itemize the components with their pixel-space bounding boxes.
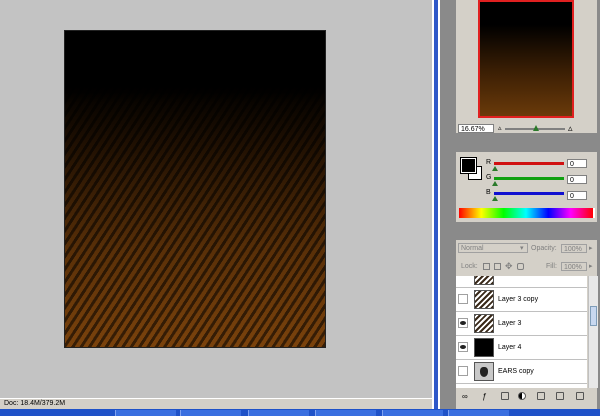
visibility-toggle[interactable] <box>458 342 468 352</box>
lock-image-icon[interactable] <box>494 263 501 270</box>
blue-value-input[interactable]: 0 <box>567 191 587 200</box>
link-layers-icon[interactable]: ∞ <box>462 392 470 401</box>
zoom-input[interactable]: 16.67% <box>458 124 494 133</box>
layer-mask-icon[interactable] <box>501 392 509 400</box>
fill-chevron-icon[interactable]: ▸ <box>589 262 593 270</box>
layer-thumbnail <box>474 338 494 357</box>
spectrum-white[interactable] <box>593 208 595 218</box>
green-value-input[interactable]: 0 <box>567 175 587 184</box>
layer-style-icon[interactable]: ƒ <box>482 392 490 401</box>
adjustment-layer-icon[interactable] <box>518 392 526 400</box>
scrollbar-thumb[interactable] <box>590 306 597 326</box>
blue-slider[interactable] <box>494 192 564 195</box>
layer-thumbnail <box>474 276 494 285</box>
red-slider-knob[interactable] <box>492 166 498 171</box>
opacity-label: Opacity: <box>531 245 557 252</box>
taskbar-button[interactable] <box>115 410 176 416</box>
opacity-input[interactable]: 100% <box>561 244 587 253</box>
red-value-input[interactable]: 0 <box>567 159 587 168</box>
color-spectrum-bar[interactable] <box>459 208 593 218</box>
layer-row[interactable]: EARS copy <box>456 360 587 384</box>
channel-label-g: G <box>486 174 492 181</box>
taskbar-button[interactable] <box>448 410 509 416</box>
lock-transparent-icon[interactable] <box>483 263 490 270</box>
zoom-slider-knob[interactable] <box>533 125 539 131</box>
new-group-icon[interactable] <box>537 392 545 400</box>
layer-row[interactable]: Layer 4 <box>456 336 587 360</box>
layer-thumbnail <box>474 290 494 309</box>
lock-label: Lock: <box>461 263 478 270</box>
eye-icon <box>460 321 466 325</box>
lock-all-icon[interactable] <box>517 263 524 270</box>
channel-label-r: R <box>486 159 492 166</box>
zoom-out-icon[interactable]: ▵ <box>498 124 502 132</box>
layer-thumbnail <box>474 362 494 381</box>
layer-name: EARS copy <box>498 368 534 375</box>
taskbar-button[interactable] <box>315 410 376 416</box>
foreground-color-swatch[interactable] <box>460 157 477 174</box>
layers-scrollbar[interactable] <box>588 276 598 388</box>
taskbar-button[interactable] <box>180 410 241 416</box>
green-slider-knob[interactable] <box>492 181 498 186</box>
new-layer-icon[interactable] <box>556 392 564 400</box>
document-canvas[interactable] <box>64 30 326 348</box>
channel-label-b: B <box>486 189 491 196</box>
fill-input[interactable]: 100% <box>561 262 587 271</box>
visibility-toggle[interactable] <box>458 294 468 304</box>
visibility-toggle[interactable] <box>458 366 468 376</box>
visibility-toggle[interactable] <box>458 318 468 328</box>
taskbar-button[interactable] <box>248 410 309 416</box>
doc-info-text: Doc: 18.4M/379.2M <box>4 400 66 407</box>
navigator-thumbnail[interactable] <box>478 0 574 118</box>
layers-list: Layer 3 copy Layer 3 Layer 4 EARS copy <box>456 276 587 388</box>
layer-name: Layer 3 <box>498 320 522 327</box>
layer-thumbnail <box>474 314 494 333</box>
window-divider <box>432 0 440 409</box>
blend-mode-select[interactable]: Normal <box>458 243 528 253</box>
layer-row[interactable]: Layer 3 <box>456 312 587 336</box>
trash-icon[interactable] <box>576 392 584 400</box>
blend-mode-chevron-icon[interactable]: ▾ <box>520 244 524 252</box>
lock-position-icon[interactable]: ✥ <box>505 261 513 272</box>
blue-slider-knob[interactable] <box>492 196 498 201</box>
fill-label: Fill: <box>546 263 557 270</box>
layer-name: Layer 4 <box>498 344 522 351</box>
zoom-in-icon[interactable]: ▵ <box>568 123 573 134</box>
taskbar-button[interactable] <box>382 410 443 416</box>
opacity-chevron-icon[interactable]: ▸ <box>589 244 593 252</box>
red-slider[interactable] <box>494 162 564 165</box>
layer-name: Layer 3 copy <box>498 296 539 303</box>
green-slider[interactable] <box>494 177 564 180</box>
layer-row[interactable]: Layer 3 copy <box>456 288 587 312</box>
layer-row-partial[interactable] <box>456 276 587 288</box>
eye-icon <box>460 345 466 349</box>
